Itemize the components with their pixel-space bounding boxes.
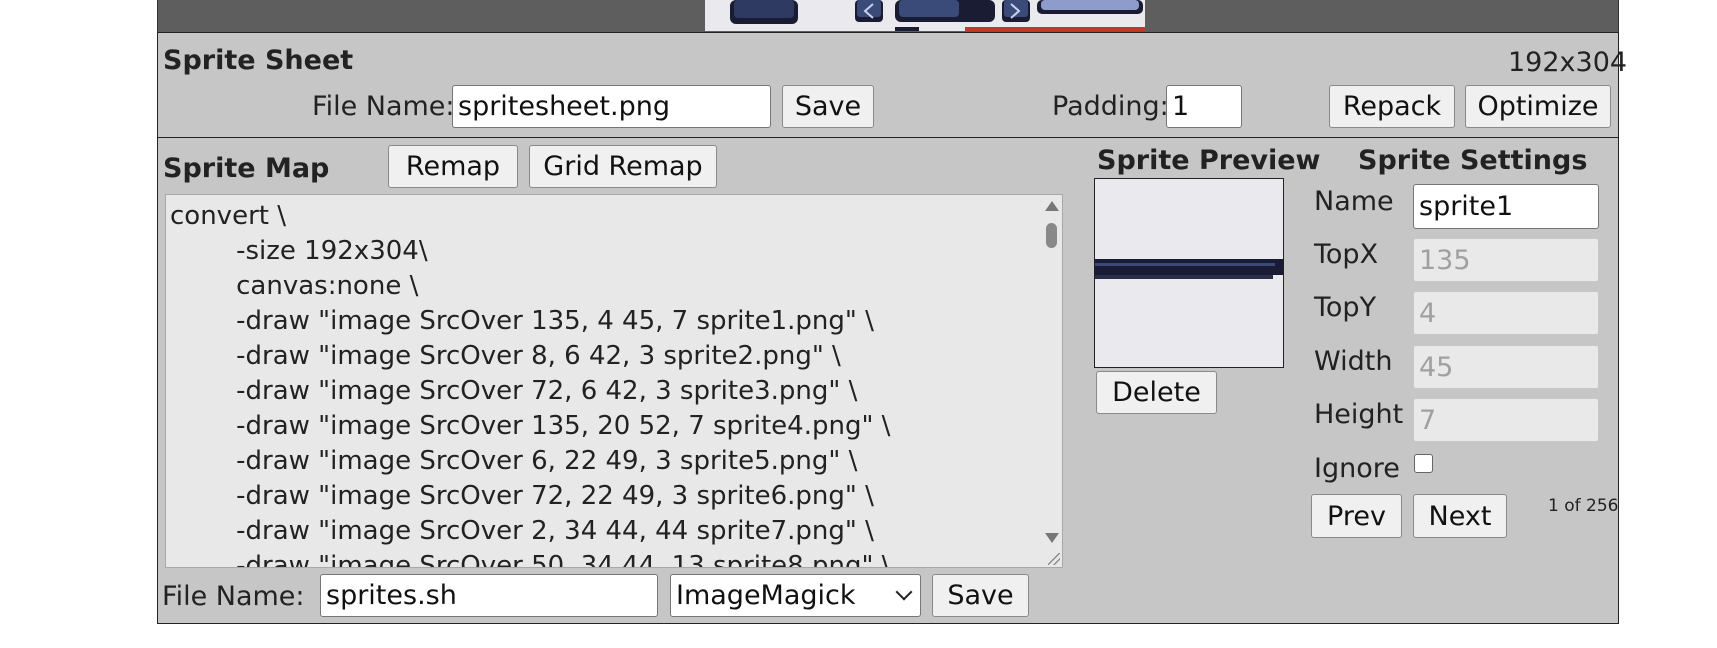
sprite-sheet-image <box>705 0 1145 31</box>
scrollbar-thumb[interactable] <box>1046 223 1057 248</box>
script-save-button[interactable]: Save <box>932 574 1029 617</box>
script-text: convert \ -size 192x304\ canvas:none \ -… <box>170 201 891 568</box>
sprite-preview-title: Sprite Preview <box>1097 145 1321 176</box>
optimize-button[interactable]: Optimize <box>1465 85 1611 128</box>
sprite-map-script-textarea[interactable]: convert \ -size 192x304\ canvas:none \ -… <box>165 194 1063 568</box>
height-label: Height <box>1314 399 1404 430</box>
vertical-scrollbar[interactable] <box>1040 195 1062 567</box>
sprite-map-title: Sprite Map <box>163 153 330 184</box>
scroll-up-arrow-icon[interactable] <box>1045 201 1059 211</box>
delete-sprite-button[interactable]: Delete <box>1096 371 1217 414</box>
sprite-settings-title: Sprite Settings <box>1358 145 1588 176</box>
name-label: Name <box>1314 186 1394 217</box>
sprite-sheet-title: Sprite Sheet <box>163 45 354 76</box>
scroll-down-arrow-icon[interactable] <box>1045 533 1059 543</box>
height-input: 7 <box>1413 398 1599 442</box>
topy-label: TopY <box>1314 292 1377 323</box>
sprite-counter: 1 of 256 <box>1548 496 1619 516</box>
sheet-file-name-label: File Name: <box>312 91 455 122</box>
script-file-name-input[interactable]: sprites.sh <box>320 574 658 617</box>
sprite-preview-image <box>1094 178 1284 368</box>
chevron-down-icon <box>895 583 913 601</box>
script-file-name-label: File Name: <box>162 581 305 612</box>
topx-label: TopX <box>1314 239 1379 270</box>
width-label: Width <box>1314 346 1393 377</box>
padding-label: Padding: <box>1052 91 1169 122</box>
resize-grip-icon[interactable] <box>1048 553 1060 565</box>
topy-input: 4 <box>1413 291 1599 335</box>
sheet-file-name-input[interactable]: spritesheet.png <box>452 85 771 128</box>
grid-remap-button[interactable]: Grid Remap <box>529 145 717 188</box>
script-format-selected: ImageMagick <box>676 580 856 611</box>
remap-button[interactable]: Remap <box>388 145 518 188</box>
topx-input: 135 <box>1413 238 1599 282</box>
sheet-dimensions: 192x304 <box>1508 47 1628 78</box>
sprite-name-input[interactable]: sprite1 <box>1413 184 1599 229</box>
repack-button[interactable]: Repack <box>1329 85 1455 128</box>
padding-input[interactable]: 1 <box>1166 85 1242 128</box>
script-format-select[interactable]: ImageMagick <box>670 574 921 617</box>
sheet-save-button[interactable]: Save <box>782 85 874 128</box>
width-input: 45 <box>1413 345 1599 389</box>
ignore-label: Ignore <box>1314 453 1400 484</box>
ignore-checkbox[interactable] <box>1414 454 1433 473</box>
next-sprite-button[interactable]: Next <box>1413 494 1507 538</box>
prev-sprite-button[interactable]: Prev <box>1311 494 1402 538</box>
